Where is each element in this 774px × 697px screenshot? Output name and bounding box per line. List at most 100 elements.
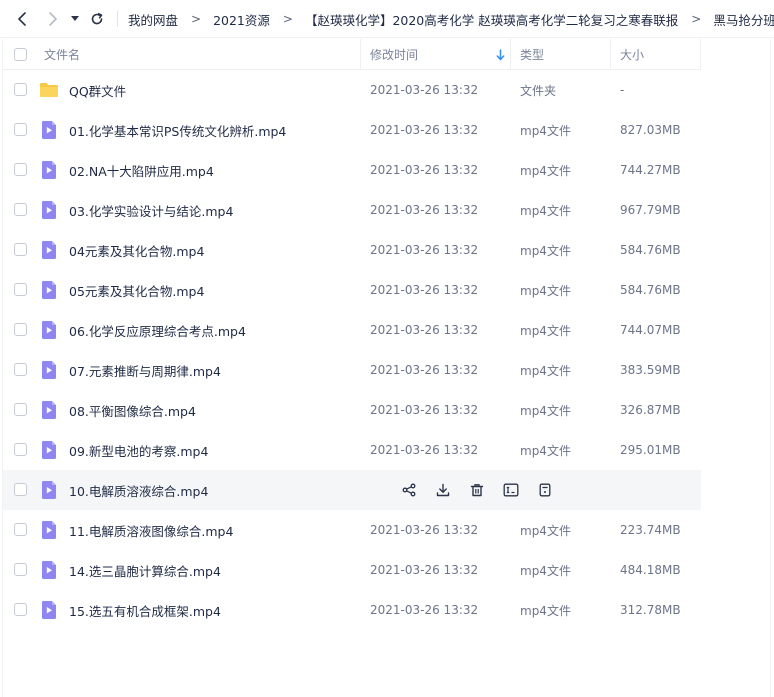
breadcrumb: 我的网盘 >2021资源 > 【赵瑛瑛化学】2020高考化学 赵瑛瑛高考化学二轮复习之… (128, 0, 774, 38)
row-checkbox[interactable] (14, 523, 27, 536)
table-row[interactable]: QQ群文件 2021-03-26 13:32 文件夹 - (3, 70, 701, 110)
select-all-checkbox[interactable] (14, 48, 27, 61)
row-checkbox[interactable] (14, 123, 27, 136)
file-size: 295.01MB (620, 443, 681, 457)
file-size: 383.59MB (620, 363, 681, 377)
table-row[interactable]: 01.化学基本常识PS传统文化辨析.mp4 2021-03-26 13:32 mp4… (3, 110, 701, 150)
file-name[interactable]: 07.元素推断与周期律.mp4 (69, 350, 221, 390)
table-row[interactable]: 06.化学反应原理综合考点.mp4 2021-03-26 13:32 mp4文件 74… (3, 310, 701, 350)
row-checkbox[interactable] (14, 323, 27, 336)
chevron-left-icon (18, 12, 26, 26)
table-row[interactable]: 07.元素推断与周期律.mp4 2021-03-26 13:32 mp4文件 383.… (3, 350, 701, 390)
forward-button[interactable] (43, 9, 63, 29)
file-size: 744.07MB (620, 323, 681, 337)
breadcrumb-item[interactable]: 我的网盘 (128, 10, 178, 29)
modified-time: 2021-03-26 13:32 (370, 243, 479, 257)
file-name[interactable]: 06.化学反应原理综合考点.mp4 (69, 310, 246, 350)
table-row[interactable]: 11.电解质溶液图像综合.mp4 2021-03-26 13:32 mp4文件 223… (3, 510, 701, 550)
modified-time: 2021-03-26 13:32 (370, 363, 479, 377)
file-name[interactable]: 10.电解质溶液综合.mp4 (69, 470, 208, 510)
file-size: 326.87MB (620, 403, 681, 417)
row-checkbox[interactable] (14, 163, 27, 176)
breadcrumb-separator: > (691, 12, 702, 26)
column-divider[interactable] (610, 39, 611, 70)
modified-time: 2021-03-26 13:32 (370, 83, 479, 97)
column-header-name[interactable]: 文件名 (44, 39, 80, 70)
row-checkbox[interactable] (14, 403, 27, 416)
modified-time: 2021-03-26 13:32 (370, 563, 479, 577)
file-name[interactable]: 09.新型电池的考察.mp4 (69, 430, 208, 470)
column-divider[interactable] (700, 39, 701, 70)
history-dropdown-button[interactable] (68, 9, 82, 29)
file-type: mp4文件 (520, 603, 571, 618)
file-name[interactable]: 08.平衡图像综合.mp4 (69, 390, 196, 430)
file-name[interactable]: 15.选五有机合成框架.mp4 (69, 590, 221, 630)
top-navigation-bar: 我的网盘 >2021资源 > 【赵瑛瑛化学】2020高考化学 赵瑛瑛高考化学二轮复习之… (0, 0, 774, 38)
column-divider[interactable] (360, 39, 361, 70)
breadcrumb-item[interactable]: 2021资源 (213, 10, 270, 29)
row-checkbox[interactable] (14, 563, 27, 576)
file-name[interactable]: 04元素及其化合物.mp4 (69, 230, 204, 270)
file-name[interactable]: 02.NA十大陷阱应用.mp4 (69, 150, 214, 190)
panel-border-right (770, 39, 771, 697)
rename-icon[interactable] (501, 480, 521, 500)
modified-time: 2021-03-26 13:32 (370, 163, 479, 177)
column-header-modified[interactable]: 修改时间 (370, 39, 418, 70)
row-checkbox[interactable] (14, 83, 27, 96)
delete-icon[interactable] (467, 480, 487, 500)
table-row[interactable]: 02.NA十大陷阱应用.mp4 2021-03-26 13:32 mp4文件 744.… (3, 150, 701, 190)
table-row[interactable]: 09.新型电池的考察.mp4 2021-03-26 13:32 mp4文件 295.0… (3, 430, 701, 470)
video-file-icon (39, 280, 59, 300)
share-icon[interactable] (399, 480, 419, 500)
row-checkbox[interactable] (14, 243, 27, 256)
row-checkbox[interactable] (14, 203, 27, 216)
file-name[interactable]: 03.化学实验设计与结论.mp4 (69, 190, 233, 230)
file-name[interactable]: 05元素及其化合物.mp4 (69, 270, 204, 310)
file-size: 312.78MB (620, 603, 681, 617)
file-type: 文件夹 (520, 83, 557, 98)
row-checkbox[interactable] (14, 603, 27, 616)
table-row[interactable]: 03.化学实验设计与结论.mp4 2021-03-26 13:32 mp4文件 967… (3, 190, 701, 230)
row-checkbox[interactable] (14, 363, 27, 376)
file-type: mp4文件 (520, 203, 571, 218)
back-button[interactable] (12, 9, 32, 29)
modified-time: 2021-03-26 13:32 (370, 523, 479, 537)
file-name[interactable]: 11.电解质溶液图像综合.mp4 (69, 510, 233, 550)
sort-descending-icon[interactable] (496, 49, 505, 61)
video-file-icon (39, 200, 59, 220)
breadcrumb-separator: > (191, 12, 202, 26)
file-type: mp4文件 (520, 123, 571, 138)
table-row[interactable]: 15.选五有机合成框架.mp4 2021-03-26 13:32 mp4文件 312.… (3, 590, 701, 630)
breadcrumb-item[interactable]: 黑马抢分班 (713, 10, 774, 29)
file-size: 827.03MB (620, 123, 681, 137)
row-checkbox[interactable] (14, 443, 27, 456)
modified-time: 2021-03-26 13:32 (370, 123, 479, 137)
file-type: mp4文件 (520, 163, 571, 178)
file-table-header: 文件名 修改时间 类型 大小 (3, 39, 701, 70)
file-type: mp4文件 (520, 403, 571, 418)
more-icon[interactable] (535, 480, 555, 500)
file-name[interactable]: QQ群文件 (69, 70, 126, 110)
video-file-icon (39, 440, 59, 460)
table-row[interactable]: 10.电解质溶液综合.mp4 (3, 470, 701, 510)
column-divider[interactable] (510, 39, 511, 70)
video-file-icon (39, 240, 59, 260)
video-file-icon (39, 320, 59, 340)
caret-down-icon (71, 16, 79, 21)
refresh-button[interactable] (87, 9, 107, 29)
column-header-size[interactable]: 大小 (620, 39, 644, 70)
row-checkbox[interactable] (14, 483, 27, 496)
table-row[interactable]: 04元素及其化合物.mp4 2021-03-26 13:32 mp4文件 584.76… (3, 230, 701, 270)
row-checkbox[interactable] (14, 283, 27, 296)
file-name[interactable]: 01.化学基本常识PS传统文化辨析.mp4 (69, 110, 286, 150)
modified-time: 2021-03-26 13:32 (370, 403, 479, 417)
table-row[interactable]: 05元素及其化合物.mp4 2021-03-26 13:32 mp4文件 584.76… (3, 270, 701, 310)
table-row[interactable]: 08.平衡图像综合.mp4 2021-03-26 13:32 mp4文件 326.87… (3, 390, 701, 430)
file-name[interactable]: 14.选三晶胞计算综合.mp4 (69, 550, 221, 590)
column-header-type[interactable]: 类型 (520, 39, 544, 70)
breadcrumb-item[interactable]: 【赵瑛瑛化学】2020高考化学 赵瑛瑛高考化学二轮复习之寒春联报 (305, 10, 678, 29)
download-icon[interactable] (433, 480, 453, 500)
table-row[interactable]: 14.选三晶胞计算综合.mp4 2021-03-26 13:32 mp4文件 484.… (3, 550, 701, 590)
video-file-icon (39, 360, 59, 380)
row-actions (399, 480, 555, 500)
